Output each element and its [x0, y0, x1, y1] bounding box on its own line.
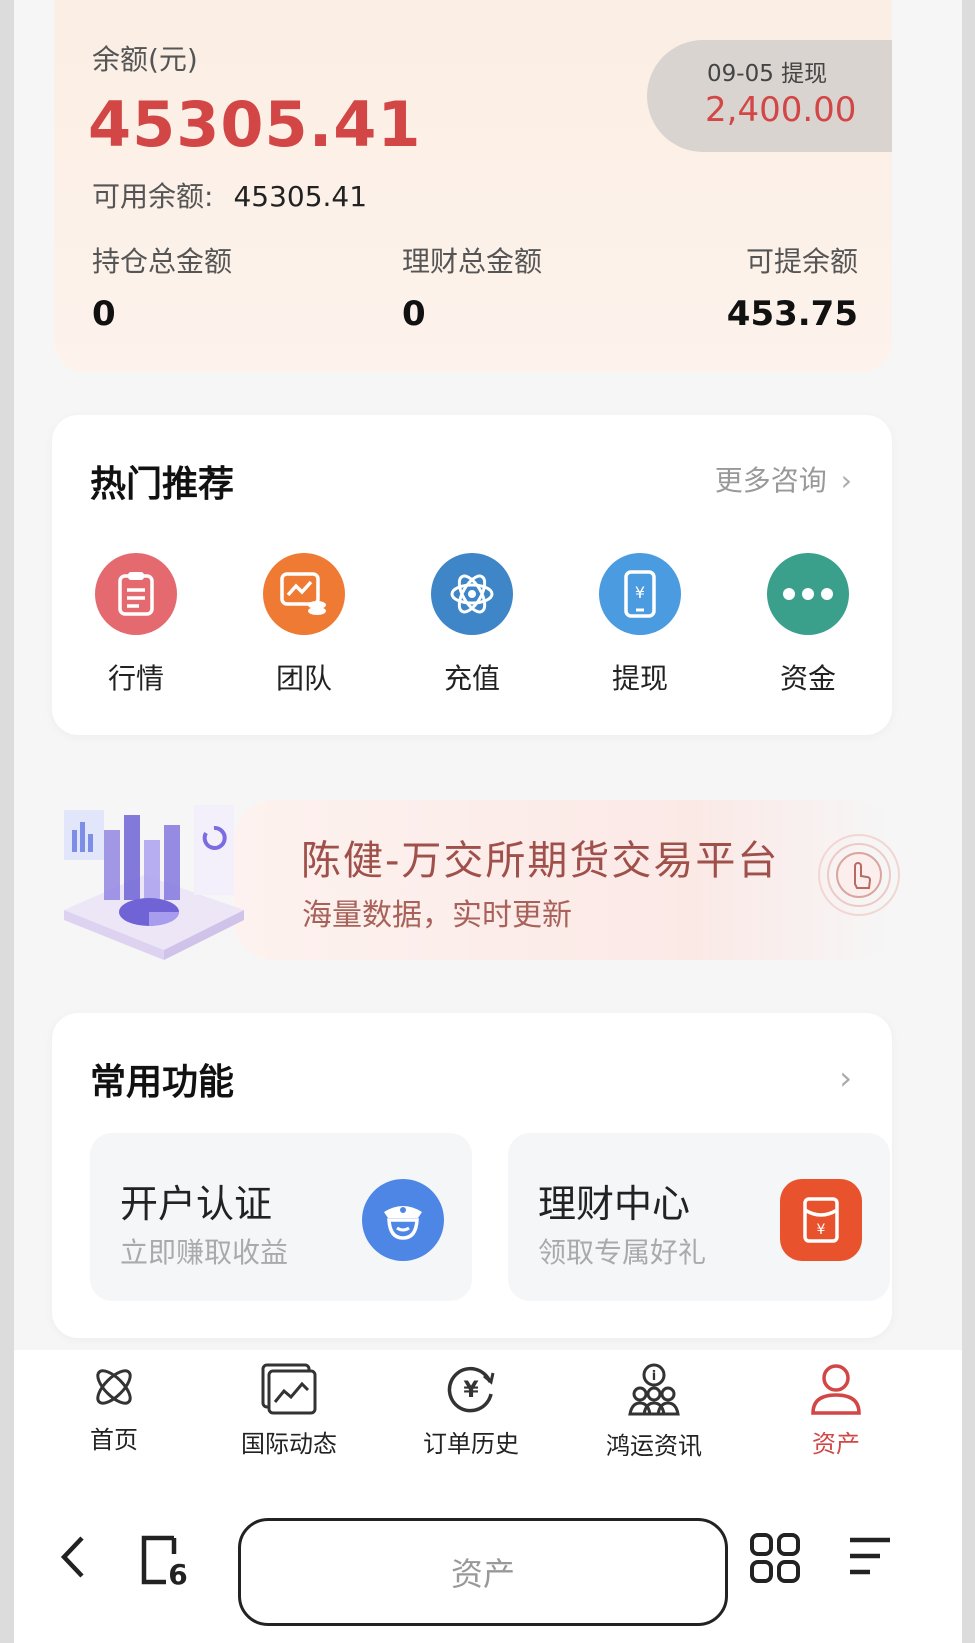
- available-balance-value: 45305.41: [233, 180, 368, 213]
- red-envelope-icon: ¥: [780, 1179, 862, 1261]
- stat-label: 可提余额: [745, 245, 858, 278]
- feature-title: 理财中心: [538, 1182, 691, 1226]
- tab-label: 国际动态: [241, 1430, 337, 1458]
- more-consult-link[interactable]: 更多咨询 ›: [715, 459, 852, 499]
- withdraw-amount: 2,400.00: [705, 90, 857, 130]
- menu-lines-icon[interactable]: [846, 1532, 894, 1580]
- tab-home[interactable]: 首页: [49, 1362, 179, 1455]
- tab-label: 资产: [812, 1430, 860, 1458]
- tab-label: 订单历史: [423, 1430, 519, 1458]
- address-text: 资产: [450, 1555, 515, 1593]
- tab-label: 鸿运资讯: [606, 1432, 702, 1460]
- stat-label: 持仓总金额: [92, 245, 233, 278]
- hot-item-label: 提现: [611, 662, 668, 695]
- atom-icon: [431, 553, 513, 635]
- svg-text:¥: ¥: [463, 1378, 479, 1403]
- balance-card: 余额(元) 45305.41 可用余额: 45305.41 09-05 提现 2,…: [54, 0, 892, 372]
- common-functions-card: 常用功能 › 开户认证 立即赚取收益 理财中心 领取专属好礼 ¥: [52, 1013, 892, 1338]
- balance-value: 45305.41: [88, 88, 422, 161]
- svg-text:¥: ¥: [635, 583, 645, 602]
- stat-wealth-total: 理财总金额 0: [402, 240, 542, 334]
- tab-assets[interactable]: 资产: [771, 1362, 901, 1459]
- withdraw-date: 09-05 提现: [707, 61, 828, 87]
- hot-item-market[interactable]: 行情: [52, 553, 220, 697]
- tap-hand-icon: [818, 834, 900, 916]
- hot-icons-row: 行情 团队 充值 ¥ 提现 资金: [52, 553, 892, 697]
- yuan-refresh-icon: ¥: [447, 1366, 495, 1413]
- stat-value: 0: [402, 294, 426, 334]
- stat-value: 0: [92, 294, 116, 334]
- chart-window-icon: [261, 1363, 317, 1415]
- common-title: 常用功能: [90, 1062, 235, 1103]
- hot-item-label: 充值: [443, 662, 500, 695]
- chevron-right-icon[interactable]: ›: [839, 1059, 852, 1097]
- clipboard-icon: [95, 553, 177, 635]
- chevron-right-icon: ›: [840, 464, 852, 497]
- tabs-count-icon[interactable]: 6: [136, 1532, 192, 1588]
- hot-item-funds[interactable]: 资金: [724, 553, 892, 697]
- browser-toolbar: 6 资产: [14, 1470, 962, 1643]
- officer-icon: [362, 1179, 444, 1261]
- atom-outline-icon: [96, 1369, 132, 1405]
- feature-wealth-center[interactable]: 理财中心 领取专属好礼 ¥: [508, 1133, 890, 1301]
- app-screen: 余额(元) 45305.41 可用余额: 45305.41 09-05 提现 2,…: [14, 0, 962, 1643]
- tab-count: 6: [168, 1558, 187, 1588]
- available-balance: 可用余额: 45305.41: [92, 175, 367, 215]
- more-consult-label: 更多咨询: [714, 464, 827, 497]
- feature-account-verify[interactable]: 开户认证 立即赚取收益: [90, 1133, 472, 1301]
- stat-position-total: 持仓总金额 0: [92, 240, 232, 334]
- hot-title: 热门推荐: [90, 464, 235, 505]
- bottom-tab-bar: 首页 国际动态 ¥ 订单历史 i 鸿运资讯 资产: [14, 1350, 962, 1470]
- stat-value: 453.75: [726, 294, 858, 334]
- back-arrow-icon[interactable]: [58, 1532, 88, 1582]
- phone-yuan-icon: ¥: [599, 553, 681, 635]
- hot-item-withdraw[interactable]: ¥ 提现: [556, 553, 724, 697]
- user-icon: [811, 1364, 861, 1415]
- more-dots-icon: [767, 553, 849, 635]
- tab-order-history[interactable]: ¥ 订单历史: [406, 1362, 536, 1459]
- last-withdraw-pill[interactable]: 09-05 提现 2,400.00: [647, 40, 892, 152]
- hot-item-team[interactable]: 团队: [220, 553, 388, 697]
- tab-international[interactable]: 国际动态: [224, 1362, 354, 1459]
- people-info-icon: i: [628, 1363, 680, 1416]
- data-chart-illustration: [64, 805, 244, 960]
- svg-text:i: i: [652, 1369, 656, 1384]
- hot-recommend-card: 热门推荐 更多咨询 › 行情 团队 充值 ¥ 提现 资金: [52, 415, 892, 735]
- hot-item-recharge[interactable]: 充值: [388, 553, 556, 697]
- banner-title: 陈健-万交所期货交易平台: [301, 838, 780, 884]
- stat-withdrawable: 可提余额 453.75: [727, 240, 858, 334]
- platform-banner[interactable]: 陈健-万交所期货交易平台 海量数据，实时更新: [54, 790, 900, 970]
- hot-item-label: 资金: [779, 662, 836, 695]
- feature-title: 开户认证: [120, 1182, 273, 1226]
- balance-label: 余额(元): [92, 43, 198, 76]
- tab-label: 首页: [90, 1426, 138, 1454]
- grid-apps-icon[interactable]: [749, 1532, 801, 1584]
- chart-coins-icon: [263, 553, 345, 635]
- feature-subtitle: 立即赚取收益: [120, 1236, 289, 1269]
- hot-item-label: 团队: [275, 662, 332, 695]
- hot-item-label: 行情: [107, 662, 164, 695]
- tab-news[interactable]: i 鸿运资讯: [589, 1362, 719, 1461]
- banner-subtitle: 海量数据，实时更新: [302, 898, 572, 933]
- available-balance-label: 可用余额:: [92, 180, 214, 213]
- svg-text:¥: ¥: [817, 1222, 826, 1238]
- stat-label: 理财总金额: [402, 245, 543, 278]
- feature-subtitle: 领取专属好礼: [538, 1236, 707, 1269]
- address-bar[interactable]: 资产: [238, 1518, 728, 1626]
